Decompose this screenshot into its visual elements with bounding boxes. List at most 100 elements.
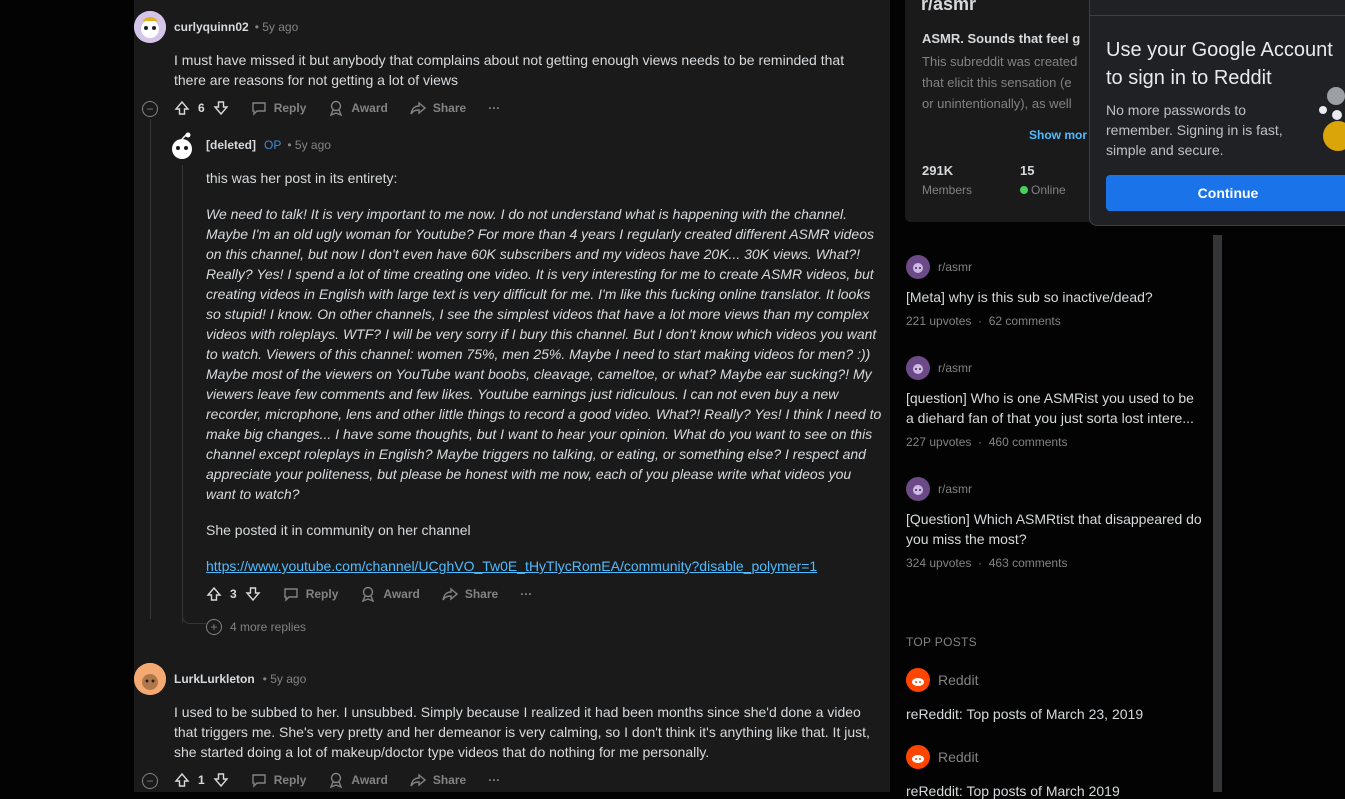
more-options-label: ··· bbox=[488, 773, 501, 787]
reply-button[interactable]: Reply bbox=[283, 586, 338, 602]
thread-line[interactable] bbox=[150, 119, 151, 619]
downvote-icon[interactable] bbox=[245, 586, 261, 602]
top-posts-heading: TOP POSTS bbox=[906, 635, 977, 649]
prompt-illustration-icon bbox=[1319, 87, 1345, 151]
award-button[interactable]: Award bbox=[360, 586, 420, 602]
comment-author[interactable]: curlyquinn02 bbox=[174, 20, 249, 34]
comment-header: LurkLurkleton • 5y ago bbox=[174, 672, 306, 686]
more-options-button[interactable]: ··· bbox=[488, 773, 500, 787]
related-post-stats: 324 upvotes · 463 comments bbox=[906, 556, 1068, 570]
top-post-item[interactable]: Reddit reReddit: Top posts of March 23, … bbox=[906, 668, 1202, 722]
online-status: Online bbox=[1020, 183, 1066, 197]
upvote-icon[interactable] bbox=[206, 586, 222, 602]
award-icon bbox=[362, 586, 375, 602]
collapse-thread-button[interactable]: − bbox=[142, 773, 158, 789]
comment-header: [deleted] OP • 5y ago bbox=[206, 138, 331, 152]
related-post-subreddit: r/asmr bbox=[906, 255, 1202, 279]
more-options-button[interactable]: ··· bbox=[488, 101, 500, 115]
related-post-comments: 62 comments bbox=[988, 314, 1061, 328]
related-post[interactable]: r/asmr [question] Who is one ASMRist you… bbox=[906, 356, 1202, 449]
award-icon bbox=[330, 100, 343, 116]
top-post-sub-label: Reddit bbox=[938, 749, 979, 765]
award-button[interactable]: Award bbox=[328, 100, 388, 116]
reply-button[interactable]: Reply bbox=[251, 772, 307, 788]
related-post-subreddit: r/asmr bbox=[906, 477, 1202, 501]
related-post-sub-label: r/asmr bbox=[938, 361, 972, 375]
top-post-title[interactable]: reReddit: Top posts of March 23, 2019 bbox=[906, 706, 1202, 722]
prompt-title: Use your Google Account to sign in to Re… bbox=[1106, 39, 1333, 89]
award-button[interactable]: Award bbox=[328, 772, 388, 788]
award-label: Award bbox=[351, 101, 388, 115]
related-post[interactable]: r/asmr [Question] Which ASMRtist that di… bbox=[906, 477, 1202, 570]
share-button[interactable]: Share bbox=[410, 772, 466, 788]
comment-author[interactable]: [deleted] bbox=[206, 138, 256, 152]
prompt-divider bbox=[1090, 15, 1345, 16]
continue-button[interactable]: Continue bbox=[1106, 175, 1345, 211]
upvote-icon[interactable] bbox=[174, 772, 190, 788]
award-icon bbox=[330, 772, 343, 788]
related-post-subreddit: r/asmr bbox=[906, 356, 1202, 380]
top-post-title[interactable]: reReddit: Top posts of March 2019 bbox=[906, 783, 1202, 799]
related-post[interactable]: r/asmr [Meta] why is this sub so inactiv… bbox=[906, 255, 1202, 328]
top-post-sub-label: Reddit bbox=[938, 672, 979, 688]
downvote-icon[interactable] bbox=[213, 772, 229, 788]
sidebar-scrollbar[interactable] bbox=[1213, 235, 1222, 792]
related-post-upvotes: 324 upvotes bbox=[906, 556, 972, 570]
prompt-description: No more passwords to remember. Signing i… bbox=[1106, 102, 1283, 158]
vote-controls: 3 bbox=[206, 586, 261, 602]
reddit-logo-icon bbox=[906, 668, 930, 692]
top-post-item[interactable]: Reddit reReddit: Top posts of March 2019 bbox=[906, 745, 1202, 799]
reply-button[interactable]: Reply bbox=[251, 100, 307, 116]
reddit-logo-icon bbox=[906, 745, 930, 769]
share-icon bbox=[410, 773, 426, 787]
top-post-source: Reddit bbox=[906, 745, 1202, 769]
comment-intro: this was her post in its entirety: bbox=[206, 170, 398, 186]
comment-timestamp[interactable]: • 5y ago bbox=[263, 672, 307, 686]
comment-body: I used to be subbed to her. I unsubbed. … bbox=[174, 704, 870, 760]
more-options-label: ··· bbox=[488, 101, 501, 115]
avatar[interactable] bbox=[166, 130, 198, 162]
comment-header: curlyquinn02 • 5y ago bbox=[174, 20, 298, 34]
online-count: 15 bbox=[1020, 163, 1035, 178]
youtube-community-link[interactable]: https://www.youtube.com/channel/UCghVO_T… bbox=[206, 558, 817, 574]
reply-label: Reply bbox=[273, 101, 307, 115]
reply-label: Reply bbox=[273, 773, 307, 787]
related-post-stats: 227 upvotes · 460 comments bbox=[906, 435, 1068, 449]
avatar[interactable] bbox=[134, 11, 166, 43]
more-replies-button[interactable]: + 4 more replies bbox=[206, 619, 306, 635]
more-options-button[interactable]: ··· bbox=[520, 587, 532, 601]
thread-line[interactable] bbox=[182, 165, 183, 623]
comment-author[interactable]: LurkLurkleton bbox=[174, 672, 255, 686]
vote-count: 1 bbox=[198, 773, 205, 787]
award-label: Award bbox=[351, 773, 388, 787]
reply-icon bbox=[283, 588, 298, 602]
share-button[interactable]: Share bbox=[442, 586, 498, 602]
collapse-thread-button[interactable]: − bbox=[142, 101, 158, 117]
reply-icon bbox=[251, 774, 266, 788]
comment-outro: She posted it in community on her channe… bbox=[206, 522, 471, 538]
related-post-title[interactable]: [Question] Which ASMRtist that disappear… bbox=[906, 509, 1202, 549]
op-badge: OP bbox=[264, 138, 282, 152]
subreddit-name[interactable]: r/asmr bbox=[921, 0, 976, 15]
show-more-button[interactable]: Show mor bbox=[1029, 128, 1087, 142]
comment-actions: 1 Reply Award Share ··· bbox=[174, 772, 522, 788]
share-label: Share bbox=[432, 773, 467, 787]
thread-line-elbow bbox=[182, 610, 206, 624]
vote-controls: 1 bbox=[174, 772, 229, 788]
related-post-title[interactable]: [question] Who is one ASMRist you used t… bbox=[906, 388, 1202, 428]
top-post-source: Reddit bbox=[906, 668, 1202, 692]
members-count: 291K bbox=[922, 163, 954, 178]
downvote-icon[interactable] bbox=[213, 100, 229, 116]
google-signin-prompt: Use your Google Account to sign in to Re… bbox=[1089, 0, 1345, 226]
share-button[interactable]: Share bbox=[410, 100, 466, 116]
description-line: that elicit this sensation (e bbox=[922, 75, 1072, 90]
related-post-upvotes: 221 upvotes bbox=[906, 314, 972, 328]
comment-timestamp[interactable]: • 5y ago bbox=[287, 138, 331, 152]
upvote-icon[interactable] bbox=[174, 100, 190, 116]
reply-icon bbox=[251, 102, 266, 116]
avatar[interactable] bbox=[134, 663, 166, 695]
share-label: Share bbox=[464, 587, 499, 601]
comment-timestamp[interactable]: • 5y ago bbox=[255, 20, 299, 34]
related-post-comments: 463 comments bbox=[988, 556, 1068, 570]
related-post-title[interactable]: [Meta] why is this sub so inactive/dead? bbox=[906, 287, 1202, 307]
